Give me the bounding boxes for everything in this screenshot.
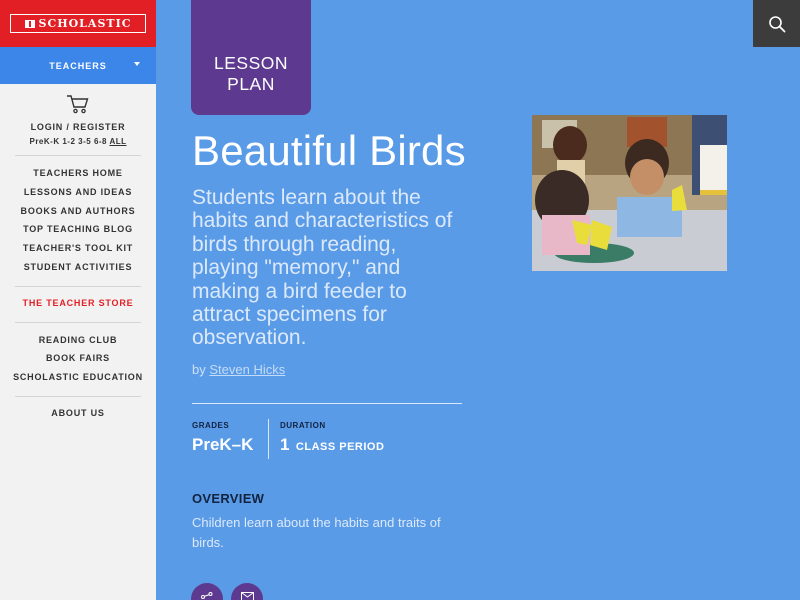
sidebar: SCHOLASTIC TEACHERS LOGIN / REGISTER Pre… bbox=[0, 0, 156, 600]
duration-value: 1 CLASS PERIOD bbox=[280, 435, 384, 455]
logo-text: SCHOLASTIC bbox=[38, 17, 132, 30]
badge-line-2: PLAN bbox=[227, 74, 275, 94]
grades-label: GRADES bbox=[192, 421, 230, 430]
nav-item-reading-club[interactable]: READING CLUB bbox=[0, 331, 156, 350]
search-button[interactable] bbox=[753, 0, 800, 47]
duration-label: DURATION bbox=[280, 421, 326, 430]
divider bbox=[15, 395, 141, 397]
grade-link-prek-k[interactable]: PreK-K bbox=[29, 137, 59, 146]
divider bbox=[15, 285, 141, 287]
scholastic-logo[interactable]: SCHOLASTIC bbox=[10, 14, 146, 33]
duration-unit: CLASS PERIOD bbox=[295, 441, 385, 453]
nav-item-teachers-home[interactable]: TEACHERS HOME bbox=[0, 164, 156, 183]
grade-link-3-5[interactable]: 3-5 bbox=[78, 137, 91, 146]
badge-line-1: LESSON bbox=[214, 53, 288, 73]
page-title: Beautiful Birds bbox=[192, 127, 466, 174]
chevron-down-icon bbox=[134, 62, 140, 66]
divider bbox=[192, 403, 462, 404]
nav-item-about-us[interactable]: ABOUT US bbox=[0, 404, 156, 423]
share-button[interactable] bbox=[191, 583, 223, 600]
lesson-plan-badge: LESSON PLAN bbox=[191, 0, 311, 115]
grades-value: PreK–K bbox=[192, 435, 254, 454]
book-icon bbox=[24, 19, 35, 28]
author-link[interactable]: Steven Hicks bbox=[209, 362, 285, 377]
duration-number: 1 bbox=[280, 435, 290, 454]
grade-link-all[interactable]: ALL bbox=[109, 137, 126, 146]
grade-link-6-8[interactable]: 6-8 bbox=[94, 137, 107, 146]
nav-item-lessons-and-ideas[interactable]: LESSONS AND IDEAS bbox=[0, 183, 156, 202]
search-icon bbox=[768, 15, 785, 32]
nav-item-teacher-store[interactable]: THE TEACHER STORE bbox=[0, 294, 156, 313]
lesson-summary: Students learn about the habits and char… bbox=[192, 186, 453, 350]
nav-group-about: ABOUT US bbox=[0, 404, 156, 423]
nav-item-top-teaching-blog[interactable]: TOP TEACHING BLOG bbox=[0, 220, 156, 239]
byline-prefix: by bbox=[192, 362, 206, 377]
grade-links: PreK-K 1-2 3-5 6-8 ALL bbox=[0, 137, 156, 146]
cart-icon[interactable] bbox=[66, 94, 90, 114]
login-register-link[interactable]: LOGIN / REGISTER bbox=[0, 122, 156, 132]
nav-item-student-activities[interactable]: STUDENT ACTIVITIES bbox=[0, 258, 156, 277]
nav-item-teachers-tool-kit[interactable]: TEACHER'S TOOL KIT bbox=[0, 239, 156, 258]
email-button[interactable] bbox=[231, 583, 263, 600]
role-label: TEACHERS bbox=[49, 60, 107, 71]
email-icon bbox=[240, 592, 254, 600]
nav-item-scholastic-education[interactable]: SCHOLASTIC EDUCATION bbox=[0, 368, 156, 387]
nav-group-main: TEACHERS HOME LESSONS AND IDEAS BOOKS AN… bbox=[0, 164, 156, 277]
overview-text: Children learn about the habits and trai… bbox=[192, 515, 441, 550]
overview-heading: OVERVIEW bbox=[192, 491, 265, 506]
grade-link-1-2[interactable]: 1-2 bbox=[62, 137, 75, 146]
divider bbox=[15, 155, 141, 156]
nav-item-books-and-authors[interactable]: BOOKS AND AUTHORS bbox=[0, 202, 156, 221]
lesson-photo bbox=[532, 115, 727, 271]
divider bbox=[15, 321, 141, 323]
role-selector[interactable]: TEACHERS bbox=[0, 47, 156, 84]
nav-item-book-fairs[interactable]: BOOK FAIRS bbox=[0, 349, 156, 368]
nav-group-store: THE TEACHER STORE bbox=[0, 294, 156, 313]
byline: by Steven Hicks bbox=[192, 362, 285, 377]
meta-divider bbox=[268, 419, 269, 459]
share-icon bbox=[201, 592, 213, 599]
logo-bar: SCHOLASTIC bbox=[0, 0, 156, 47]
nav-group-programs: READING CLUB BOOK FAIRS SCHOLASTIC EDUCA… bbox=[0, 331, 156, 387]
